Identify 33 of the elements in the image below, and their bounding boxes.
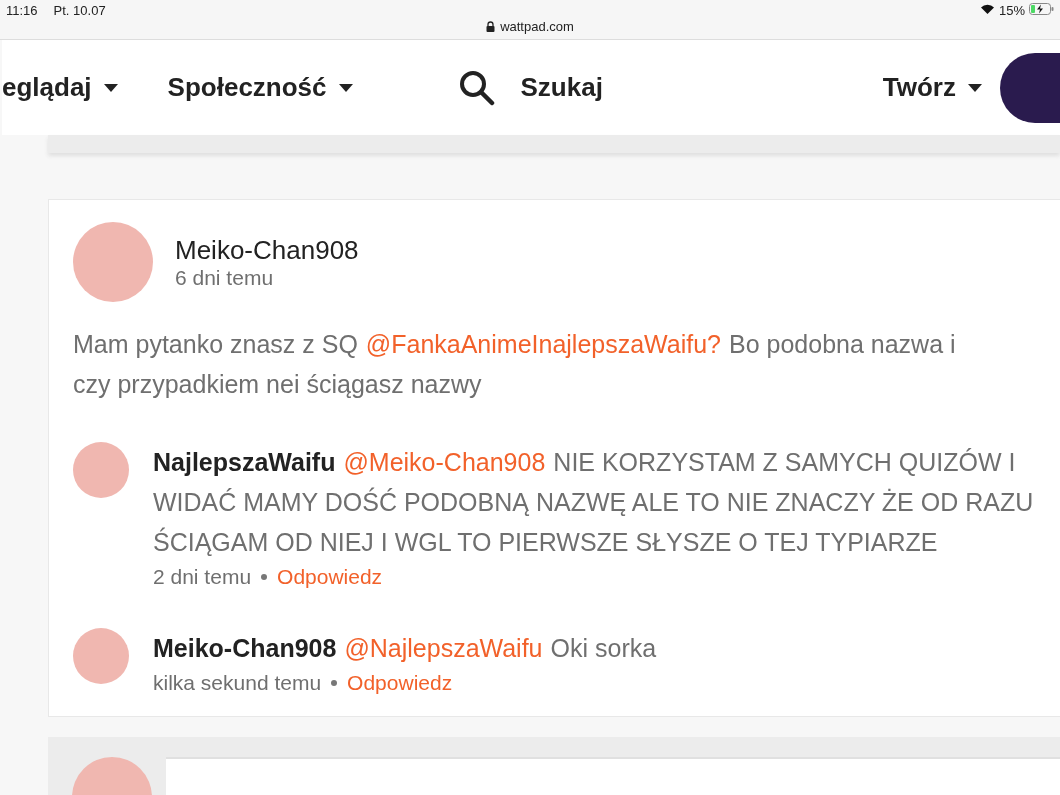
search-icon xyxy=(458,69,495,106)
comment-time: 6 dni temu xyxy=(175,265,275,290)
comment-author[interactable]: Meiko-Chan908 xyxy=(175,234,359,266)
user-avatar[interactable] xyxy=(73,628,129,684)
caret-icon xyxy=(968,83,982,92)
reply-text: Oki sorka xyxy=(550,633,657,664)
reply-author[interactable]: Meiko-Chan908 xyxy=(153,628,337,668)
comment-text: czy przypadkiem nei ściągasz nazwy xyxy=(73,369,482,400)
reply-text: NIE KORZYSTAM Z SAMYCH QUIZÓW I xyxy=(553,447,1016,478)
reply-text: WIDAĆ MAMY DOŚĆ PODOBNĄ NAZWĘ ALE TO NIE ZNACZY ŻE OD RAZU xyxy=(153,486,1034,518)
separator-dot xyxy=(331,680,338,686)
caret-icon xyxy=(103,83,118,92)
profile-avatar[interactable] xyxy=(1000,52,1060,123)
reply-text: ŚCIĄGAM OD NIEJ I WGL TO PIERWSZE SŁYSZE O TEJ TYPIARZE xyxy=(153,526,938,558)
battery-charging-icon xyxy=(1029,3,1054,15)
battery-percent: 15% xyxy=(998,3,1025,18)
reply-author[interactable]: NajlepszaWaifu xyxy=(153,442,336,482)
status-time: 11:16 xyxy=(6,3,38,20)
caret-icon xyxy=(338,83,353,92)
wifi-icon xyxy=(979,3,995,14)
nav-dropdown[interactable]: Społeczność xyxy=(167,72,353,103)
comment-text: Bo podobna nazwa i xyxy=(729,329,956,360)
comment-text: Mam pytanko znasz z SQ xyxy=(73,329,358,360)
reply-time: 2 dni temu xyxy=(153,564,252,590)
nav-dropdown[interactable]: Twórz xyxy=(882,72,982,103)
search-button[interactable]: Szukaj xyxy=(458,69,603,106)
user-avatar[interactable] xyxy=(73,442,129,498)
url-text[interactable]: wattpad.com xyxy=(500,19,574,34)
nav-dropdown[interactable]: eglądaj xyxy=(2,72,118,103)
lock-icon xyxy=(486,21,496,32)
separator-dot xyxy=(261,574,268,580)
status-date: Pt. 10.07 xyxy=(53,3,106,20)
reply-time: kilka sekund temu xyxy=(153,670,322,696)
